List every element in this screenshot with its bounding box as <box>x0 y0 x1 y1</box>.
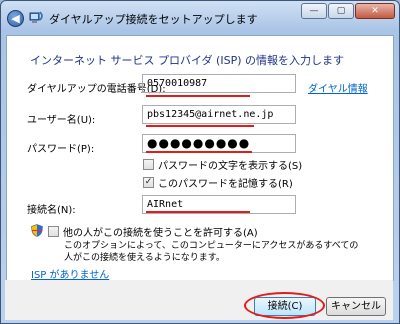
show-password-option[interactable]: パスワードの文字を表示する(S) <box>143 157 302 172</box>
no-isp-link[interactable]: ISP がありません <box>31 266 109 281</box>
phone-annotation-underline <box>146 95 250 97</box>
allow-others-option[interactable]: 他の人がこの接続を使うことを許可する(A) <box>48 224 258 239</box>
username-label: ユーザー名(U): <box>27 115 96 126</box>
window-title: ダイヤルアップ接続をセットアップします <box>49 13 258 26</box>
title-bar: ◀ ダイヤルアップ接続をセットアップします — ▢ ✕ <box>1 1 399 35</box>
allow-others-label: 他の人がこの接続を使うことを許可する(A) <box>63 228 258 239</box>
uac-shield-icon <box>31 224 43 237</box>
password-label: パスワード(P): <box>27 144 95 155</box>
username-annotation-underline <box>146 125 254 127</box>
network-connection-icon <box>29 11 43 23</box>
maximize-button[interactable]: ▢ <box>328 3 354 19</box>
show-password-checkbox[interactable] <box>143 159 154 170</box>
back-button[interactable]: ◀ <box>7 10 24 27</box>
remember-password-label: このパスワードを記憶する(R) <box>158 179 293 190</box>
close-button[interactable]: ✕ <box>355 3 395 19</box>
password-annotation-underline <box>146 151 252 153</box>
back-arrow-icon: ◀ <box>11 12 20 25</box>
window-controls: — ▢ ✕ <box>301 3 395 19</box>
dialing-rules-link[interactable]: ダイヤル情報 <box>308 80 368 95</box>
remember-password-checkbox[interactable]: ✓ <box>143 177 154 188</box>
allow-others-description: このオプションによって、このコンピューターにアクセスがあるすべての人がこの接続を… <box>64 241 359 263</box>
allow-others-checkbox[interactable] <box>48 226 59 237</box>
cancel-button[interactable]: キャンセル <box>326 297 386 316</box>
show-password-label: パスワードの文字を表示する(S) <box>158 161 303 172</box>
connection-name-annotation-underline <box>146 211 250 213</box>
remember-password-option[interactable]: ✓ このパスワードを記憶する(R) <box>143 175 293 190</box>
username-input[interactable]: pbs12345@airnet.ne.jp <box>142 105 296 124</box>
phone-input[interactable]: 0570010987 <box>142 74 296 93</box>
connect-button-annotation-circle <box>244 292 325 319</box>
connection-name-label: 接続名(N): <box>27 205 76 216</box>
minimize-button[interactable]: — <box>301 3 327 19</box>
page-heading: インターネット サービス プロバイダ (ISP) の情報を入力します <box>30 54 344 67</box>
